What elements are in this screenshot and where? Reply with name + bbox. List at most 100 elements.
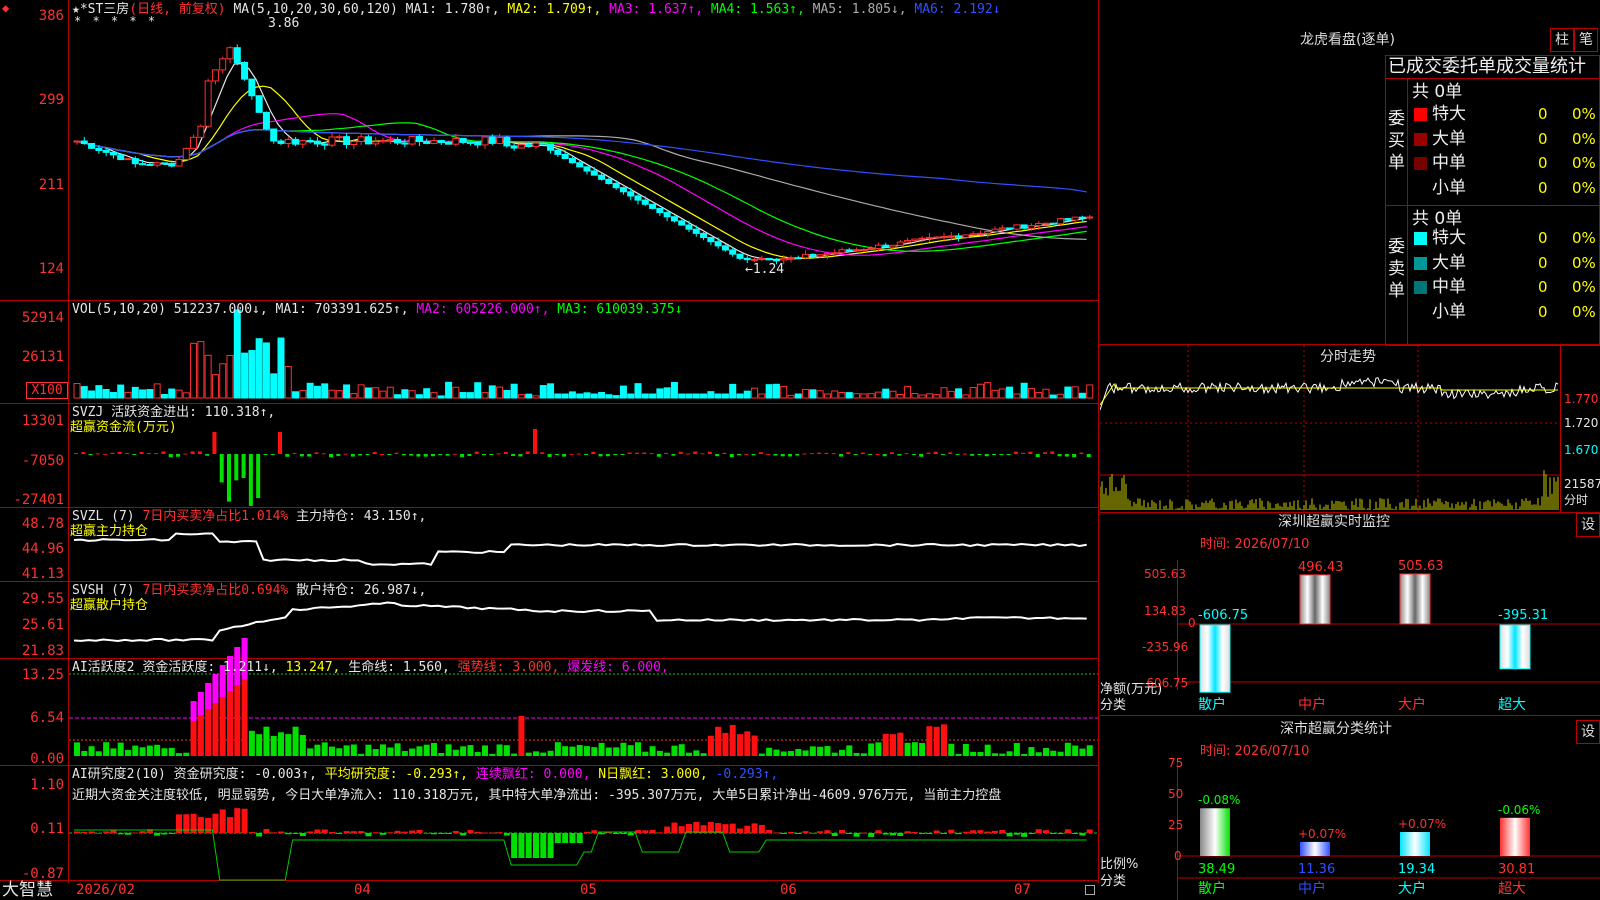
volume-bar xyxy=(809,389,817,399)
bar-mode-button[interactable]: 柱 xyxy=(1550,28,1574,52)
candle xyxy=(292,138,300,145)
candle xyxy=(772,259,780,262)
flow-bar xyxy=(307,454,312,457)
research-bar xyxy=(81,831,88,833)
activity-bar xyxy=(962,743,969,756)
volume-bar xyxy=(437,395,445,399)
y-label: 1.10 xyxy=(30,777,64,793)
activity-bar xyxy=(919,743,926,756)
activity-bar xyxy=(576,745,583,756)
volume-bar xyxy=(568,391,576,399)
classify-value: 30.81 xyxy=(1498,862,1536,877)
flow-bar xyxy=(890,452,894,454)
candle xyxy=(882,244,890,248)
monitor-bar-value: 496.43 xyxy=(1298,559,1344,575)
buy-total: 共 0单 xyxy=(1412,82,1463,102)
activity-bar xyxy=(809,746,816,756)
research-bar xyxy=(904,831,911,833)
volume-bar xyxy=(510,383,518,399)
candle xyxy=(168,162,176,167)
activity-bar xyxy=(948,743,955,756)
flow-bar xyxy=(103,453,108,455)
volume-bar xyxy=(707,391,715,399)
activity-bar xyxy=(773,749,780,756)
svzj-subtitle: 超赢资金流(万元) xyxy=(70,420,177,435)
activity-bar xyxy=(394,743,401,756)
monitor-bar-value: -606.75 xyxy=(1198,608,1249,623)
flow-bar xyxy=(205,454,210,456)
sell-row-count: 0 xyxy=(1538,229,1548,247)
monitor-settings-button[interactable]: 设 xyxy=(1576,513,1600,537)
volume-bar xyxy=(73,383,81,399)
research-bar xyxy=(678,826,685,833)
research-bar xyxy=(817,831,824,833)
research-bar xyxy=(584,831,590,833)
activity-bar xyxy=(664,752,671,756)
research-bar xyxy=(387,832,394,834)
activity-bar xyxy=(190,721,197,756)
flow-bar xyxy=(780,454,785,457)
svsh-subtitle: 超赢散户持仓 xyxy=(70,598,149,613)
pen-mode-button[interactable]: 笔 xyxy=(1574,28,1598,52)
candle xyxy=(466,141,474,144)
candle xyxy=(175,158,183,167)
ai-active-title: AI活跃度2 xyxy=(72,660,135,675)
y-label: 48.78 xyxy=(21,516,64,532)
candle xyxy=(962,234,970,238)
research-bar xyxy=(533,833,539,858)
volume-bar xyxy=(823,393,831,399)
candle xyxy=(1013,224,1021,230)
volume-bar xyxy=(313,385,321,399)
ma-line xyxy=(73,85,1087,259)
flow-bar xyxy=(562,454,567,457)
candle xyxy=(685,224,693,230)
sell-row-pct: 0% xyxy=(1572,302,1596,321)
activity-bar xyxy=(1021,753,1028,756)
flow-bar xyxy=(605,454,610,457)
activity-bar xyxy=(416,746,423,756)
volume-bar xyxy=(911,393,919,399)
flow-bar xyxy=(74,453,78,455)
classify-value: 19.34 xyxy=(1398,862,1436,877)
candle xyxy=(831,252,839,255)
candle xyxy=(729,249,737,255)
research-bar xyxy=(117,833,124,835)
volume-bar xyxy=(590,393,598,399)
monitor-bar-value: 505.63 xyxy=(1398,559,1444,574)
candle xyxy=(241,61,249,80)
research-bar xyxy=(248,832,255,834)
activity-bar xyxy=(474,751,481,756)
volume-bar xyxy=(598,391,606,399)
main-chart-area[interactable]: ◆ ★*ST三房(日线, 前复权) MA(5,10,20,30,60,120) … xyxy=(0,0,1100,900)
research-bar xyxy=(278,831,284,833)
flow-bar xyxy=(700,453,705,455)
research-bar xyxy=(984,831,991,833)
flow-bar xyxy=(489,454,494,455)
monitor-time: 时间: 2026/07/10 xyxy=(1200,537,1310,552)
activity-bar xyxy=(387,747,394,756)
buy-row-name: 大单 xyxy=(1432,128,1466,149)
candle xyxy=(423,141,431,144)
research-bar xyxy=(962,831,969,833)
research-bar xyxy=(693,821,700,833)
lock-icon[interactable] xyxy=(1085,885,1095,895)
research-bar xyxy=(860,832,867,834)
flow-bar xyxy=(387,454,392,455)
research-bar xyxy=(372,832,379,834)
candle xyxy=(386,138,394,142)
intraday-avg-line xyxy=(1100,383,1558,406)
activity-bar xyxy=(197,715,204,756)
activity-bar xyxy=(904,742,911,756)
candle xyxy=(146,164,154,167)
activity-bar xyxy=(700,753,707,756)
classify-settings-button[interactable]: 设 xyxy=(1576,720,1600,744)
ai-active-header: AI活跃度2 资金活跃度: 1.211↓, 13.247, 生命线: 1.560… xyxy=(72,660,669,675)
volume-bar xyxy=(539,385,547,399)
flow-bar xyxy=(941,454,945,455)
activity-bar xyxy=(234,685,241,756)
flow-bar xyxy=(329,454,333,458)
volume-bar xyxy=(743,390,751,399)
activity-bar xyxy=(445,744,452,756)
candle xyxy=(190,136,198,149)
candle xyxy=(707,237,715,243)
